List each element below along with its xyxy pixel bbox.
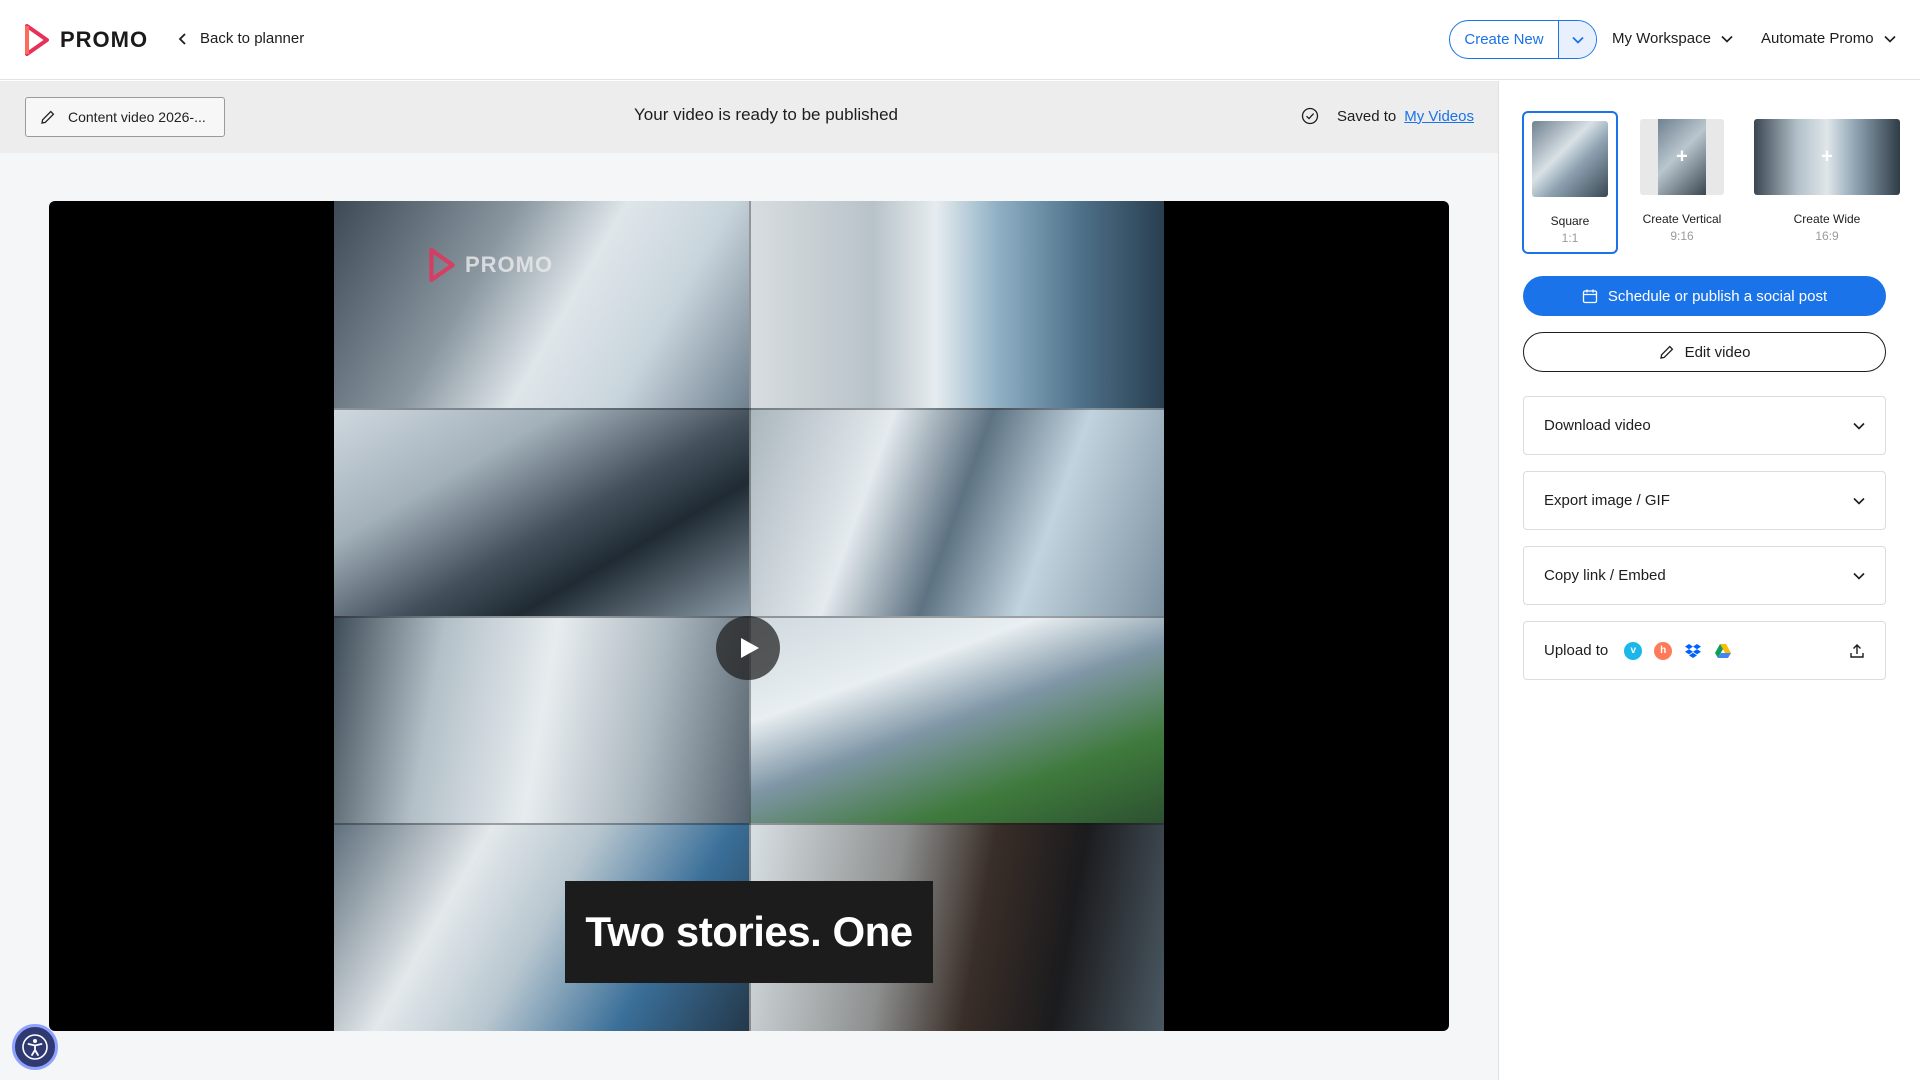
- format-square[interactable]: Square 1:1: [1522, 111, 1618, 254]
- edit-label: Edit video: [1684, 343, 1751, 361]
- video-tile-scientist-monitor: [749, 201, 1164, 408]
- back-label: Back to planner: [200, 30, 305, 47]
- schedule-label: Schedule or publish a social post: [1607, 287, 1828, 305]
- video-tile-scientist-plants: [749, 616, 1164, 823]
- create-new-split-button: Create New: [1449, 20, 1597, 59]
- saved-prefix: Saved to: [1337, 107, 1397, 125]
- back-to-planner-link[interactable]: Back to planner: [178, 30, 304, 47]
- google-drive-icon[interactable]: [1714, 642, 1732, 660]
- video-tile-lab-whiteboard: [749, 408, 1164, 616]
- chevron-down-icon: [1853, 422, 1865, 430]
- format-create-wide[interactable]: + Create Wide 16:9: [1752, 111, 1902, 254]
- edit-video-button[interactable]: Edit video: [1523, 332, 1886, 372]
- format-ratio: 1:1: [1561, 231, 1579, 245]
- video-tile-lab-equipment: [334, 616, 749, 823]
- create-new-dropdown-button[interactable]: [1558, 21, 1596, 58]
- format-create-vertical[interactable]: + Create Vertical 9:16: [1634, 111, 1730, 254]
- publish-sidebar: Square 1:1 + Create Vertical 9:16 + Crea…: [1500, 81, 1920, 1080]
- video-tile-microscope: [334, 408, 749, 616]
- promo-logo-icon: [25, 24, 49, 56]
- format-label: Create Wide: [1793, 212, 1861, 226]
- saved-status: Saved to My Videos: [1301, 107, 1474, 125]
- plus-icon: +: [1676, 145, 1688, 168]
- pencil-icon: [1659, 345, 1673, 359]
- accessibility-button[interactable]: [12, 1024, 58, 1070]
- automate-menu[interactable]: Automate Promo: [1761, 30, 1896, 47]
- format-selector: Square 1:1 + Create Vertical 9:16 + Crea…: [1522, 111, 1902, 254]
- accessibility-icon: [22, 1034, 48, 1060]
- copy-link-embed-accordion[interactable]: Copy link / Embed: [1523, 546, 1886, 605]
- accordion-label: Copy link / Embed: [1544, 567, 1666, 584]
- hubspot-icon[interactable]: h: [1654, 641, 1673, 660]
- format-ratio: 16:9: [1815, 229, 1839, 243]
- plus-icon: +: [1821, 145, 1833, 168]
- dropbox-icon[interactable]: [1684, 642, 1702, 660]
- download-video-accordion[interactable]: Download video: [1523, 396, 1886, 455]
- play-icon: [741, 638, 759, 658]
- schedule-publish-button[interactable]: Schedule or publish a social post: [1523, 276, 1886, 316]
- chevron-down-icon: [1853, 572, 1865, 580]
- chevron-down-icon: [1721, 35, 1733, 43]
- video-status-bar: Content video 2026-... Your video is rea…: [0, 81, 1498, 153]
- vimeo-icon[interactable]: v: [1624, 641, 1643, 660]
- workspace-label: My Workspace: [1612, 30, 1711, 47]
- export-image-gif-accordion[interactable]: Export image / GIF: [1523, 471, 1886, 530]
- logo-text: PROMO: [60, 27, 149, 52]
- main-panel: Content video 2026-... Your video is rea…: [0, 81, 1499, 1080]
- vertical-thumbnail: +: [1640, 119, 1724, 195]
- video-watermark: PROMO: [427, 248, 553, 282]
- video-player[interactable]: PROMO Two stories. One: [49, 201, 1449, 1031]
- calendar-icon: [1582, 289, 1597, 304]
- chevron-left-icon: [178, 32, 186, 45]
- upload-label: Upload to: [1544, 642, 1609, 659]
- check-circle-icon: [1301, 107, 1319, 125]
- play-button[interactable]: [716, 616, 780, 680]
- format-label: Square: [1550, 214, 1590, 228]
- my-videos-link[interactable]: My Videos: [1404, 108, 1474, 125]
- accordion-label: Export image / GIF: [1544, 492, 1670, 509]
- video-tile-scientist-mask: [334, 201, 749, 408]
- chevron-down-icon: [1571, 36, 1584, 44]
- format-label: Create Vertical: [1642, 212, 1722, 226]
- create-new-button[interactable]: Create New: [1450, 21, 1558, 58]
- square-thumbnail: [1532, 121, 1608, 197]
- video-caption: Two stories. One: [565, 881, 933, 983]
- promo-logo[interactable]: PROMO: [24, 24, 148, 56]
- upload-to-row[interactable]: Upload to v h: [1523, 621, 1886, 680]
- chevron-down-icon: [1853, 497, 1865, 505]
- upload-icon: [1850, 643, 1864, 658]
- chevron-down-icon: [1883, 35, 1896, 43]
- upload-services: v h: [1624, 641, 1732, 660]
- promo-watermark-icon: [429, 248, 455, 282]
- accordion-label: Download video: [1544, 417, 1651, 434]
- tile-divider: [334, 823, 1164, 825]
- tile-divider: [334, 408, 1164, 410]
- format-ratio: 9:16: [1670, 229, 1694, 243]
- wide-thumbnail: +: [1754, 119, 1900, 195]
- app-header: PROMO Back to planner Create New My Work…: [0, 0, 1920, 80]
- watermark-text: PROMO: [465, 252, 554, 277]
- workspace-menu[interactable]: My Workspace: [1612, 30, 1733, 47]
- automate-label: Automate Promo: [1761, 30, 1874, 47]
